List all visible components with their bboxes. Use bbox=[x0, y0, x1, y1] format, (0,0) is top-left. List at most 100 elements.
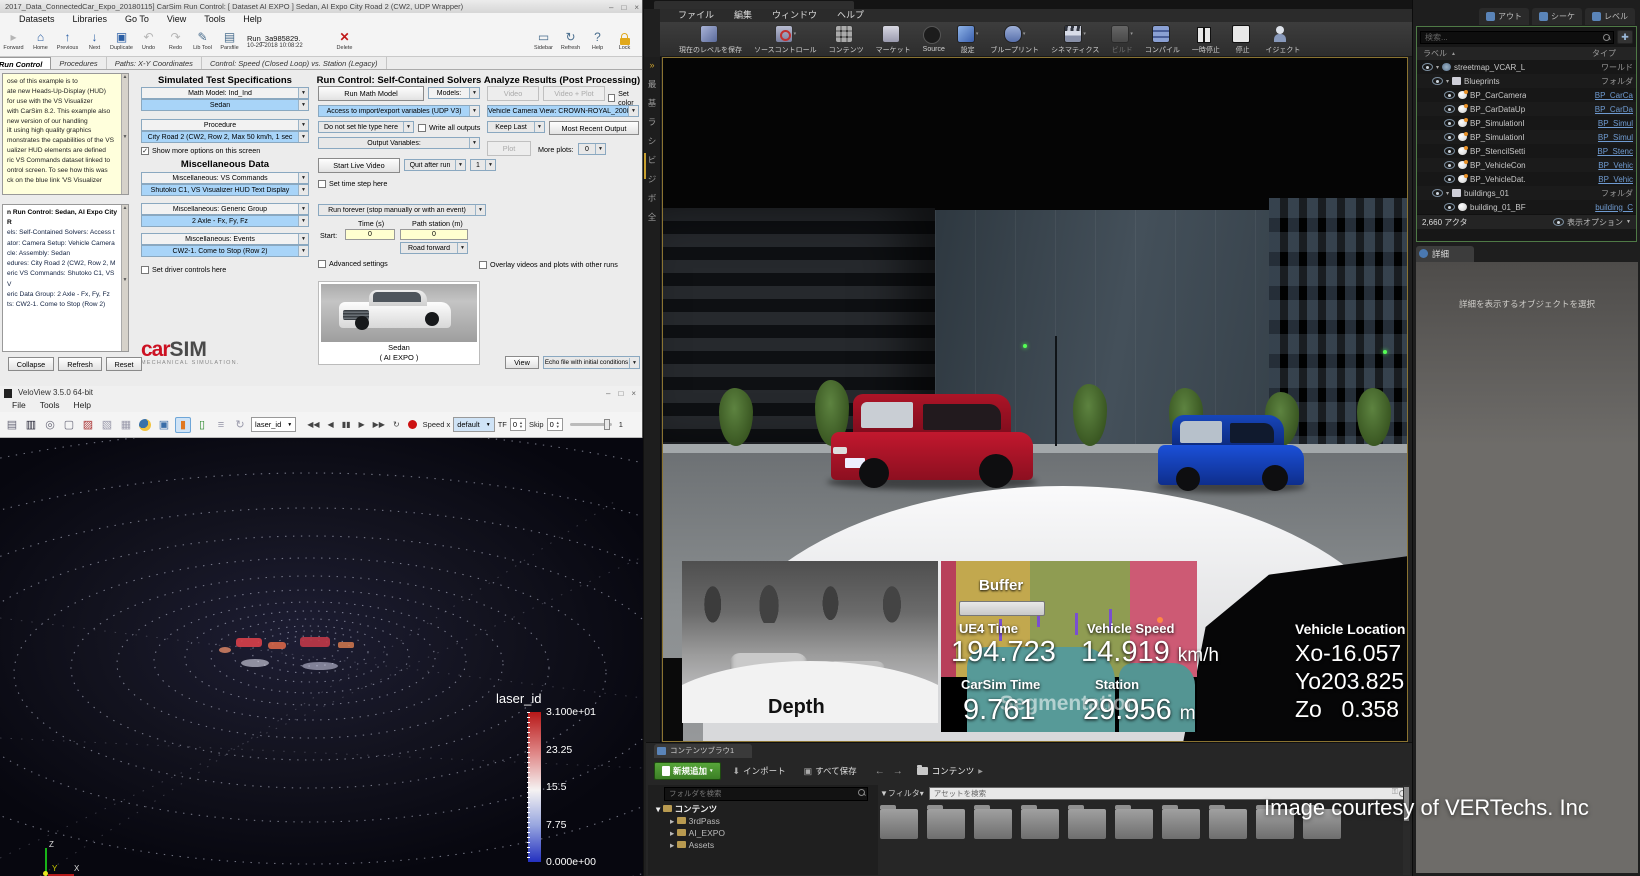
plot-button[interactable]: Plot bbox=[487, 141, 531, 156]
toolbar-button[interactable]: ▸ Forward bbox=[0, 31, 27, 52]
actor-type-link[interactable]: BP_CarCa bbox=[1595, 91, 1633, 100]
eye-icon[interactable] bbox=[1444, 203, 1455, 211]
close-icon[interactable]: × bbox=[631, 387, 636, 401]
expand-caret-icon[interactable]: ▾ bbox=[1446, 190, 1449, 197]
procedure-value-dropdown[interactable]: City Road 2 (CW2, Row 2, Max 50 km/h, 1 … bbox=[141, 131, 309, 143]
checkbox-unchecked[interactable] bbox=[479, 260, 487, 269]
tab-paths[interactable]: Paths: X-Y Coordinates bbox=[107, 57, 202, 69]
chevron-down-icon[interactable]: ▼ bbox=[534, 122, 544, 132]
checkbox-checked[interactable]: ✓ bbox=[141, 146, 149, 155]
actor-type-link[interactable]: BP_CarDa bbox=[1595, 105, 1633, 114]
udp-access-dropdown[interactable]: Access to import/export variables (UDP V… bbox=[318, 105, 480, 117]
asset-folder-icon[interactable] bbox=[880, 805, 918, 839]
reset-camera-icon[interactable]: ↻ bbox=[232, 417, 248, 433]
frame-slider[interactable] bbox=[569, 419, 612, 430]
chevron-down-icon[interactable]: ▼ bbox=[629, 357, 639, 368]
math-model-dropdown[interactable]: Math Model: Ind_Ind ▼ bbox=[141, 87, 309, 99]
tree-item[interactable]: ▸ AI_EXPO bbox=[656, 827, 878, 839]
toolbar-button[interactable]: Lock bbox=[611, 32, 638, 52]
road-forward-dropdown[interactable]: Road forward ▼ bbox=[400, 242, 468, 254]
toolbar-button[interactable]: ✎ Lib Tool bbox=[189, 31, 216, 52]
maximize-icon[interactable]: □ bbox=[618, 387, 623, 401]
overview-box[interactable]: n Run Control: Sedan, AI Expo City R els… bbox=[2, 204, 129, 352]
camera-view-dropdown[interactable]: Vehicle Camera View: CROWN-ROYAL_2008 ▼ bbox=[487, 105, 639, 117]
select-frame-icon[interactable]: ▧ bbox=[99, 417, 115, 433]
error-console-icon[interactable]: ▣ bbox=[156, 417, 172, 433]
scrollbar[interactable]: ▲ ▼ bbox=[121, 205, 128, 351]
mode-tab[interactable]: シ bbox=[644, 135, 660, 147]
mode-tab[interactable]: 基 bbox=[644, 97, 660, 109]
ue4-toolbar-button[interactable]: ▾ 停止 bbox=[1227, 24, 1259, 55]
asset-folder-icon[interactable] bbox=[927, 805, 965, 839]
toolbar-button[interactable]: ⌂ Home bbox=[27, 31, 54, 52]
most-recent-output-button[interactable]: Most Recent Output bbox=[549, 121, 639, 135]
write-all-checkbox[interactable]: Write all outputs bbox=[418, 123, 480, 132]
add-new-button[interactable]: 新規追加 ▾ bbox=[654, 762, 721, 780]
math-model-value-dropdown[interactable]: Sedan ▼ bbox=[141, 99, 309, 111]
toolbar-button[interactable]: ↻ Refresh bbox=[557, 31, 584, 52]
ue4-window-tab[interactable] bbox=[654, 1, 854, 9]
playback-button[interactable]: ◀ bbox=[326, 420, 336, 429]
tree-item[interactable]: ▸ Assets bbox=[656, 839, 878, 851]
eye-icon[interactable] bbox=[1422, 63, 1433, 71]
actor-type-link[interactable]: BP_Stenc bbox=[1597, 147, 1633, 156]
toolbar-button[interactable]: ▭ Sidebar bbox=[530, 31, 557, 52]
keep-last-dropdown[interactable]: Keep Last ▼ bbox=[487, 121, 545, 133]
outliner-row[interactable]: ▾ building_01_BF building_C bbox=[1417, 200, 1636, 214]
chevron-down-icon[interactable]: ▼ bbox=[298, 120, 308, 130]
quit-after-run-dropdown[interactable]: Quit after run ▼ bbox=[404, 159, 466, 171]
advanced-settings-checkbox[interactable]: Advanced settings bbox=[318, 259, 388, 268]
type-column-header[interactable]: タイプ bbox=[1592, 48, 1616, 59]
toolbar-button[interactable]: ▣ Duplicate bbox=[108, 31, 135, 52]
menu-item[interactable]: ファイル bbox=[670, 9, 722, 22]
crop-tool-icon[interactable]: ▢ bbox=[61, 417, 77, 433]
tab-procedures[interactable]: Procedures bbox=[51, 57, 107, 69]
run-count-dropdown[interactable]: 1 ▼ bbox=[470, 159, 496, 171]
outliner-row[interactable]: ▾ BP_VehicleDat. BP_Vehic bbox=[1417, 172, 1636, 186]
label-column-header[interactable]: ラベル bbox=[1423, 48, 1447, 59]
asset-folder-icon[interactable] bbox=[1115, 805, 1153, 839]
chevron-down-icon[interactable]: ▼ bbox=[475, 205, 485, 215]
menu-item[interactable]: Go To bbox=[118, 13, 156, 26]
misc-generic-group-value[interactable]: 2 Axle - Fx, Fy, Fz ▼ bbox=[141, 215, 309, 227]
misc-generic-group-dropdown[interactable]: Miscellaneous: Generic Group ▼ bbox=[141, 203, 309, 215]
toolbar-button[interactable]: ↶ Undo bbox=[135, 31, 162, 52]
expand-caret-icon[interactable]: ▾ bbox=[1436, 64, 1439, 71]
actor-type-link[interactable]: BP_Simul bbox=[1598, 119, 1633, 128]
ue4-toolbar-button[interactable]: ▾ コンテンツ bbox=[824, 24, 869, 55]
driver-controls-checkbox[interactable]: Set driver controls here bbox=[141, 265, 226, 274]
ue4-toolbar-button[interactable]: ▾ 現在のレベルを保存 bbox=[674, 24, 747, 55]
outliner-row[interactable]: ▾ BP_SimulationI BP_Simul bbox=[1417, 116, 1636, 130]
actor-type-link[interactable]: BP_Vehic bbox=[1598, 161, 1633, 170]
eye-icon[interactable] bbox=[1444, 133, 1455, 141]
save-data-icon[interactable]: ▥ bbox=[23, 417, 39, 433]
chevron-down-icon[interactable]: ▼ bbox=[298, 100, 308, 110]
eye-icon[interactable] bbox=[1444, 105, 1455, 113]
content-browser-tab[interactable]: コンテンツブラウ1 bbox=[654, 744, 752, 758]
toolbar-button[interactable]: ▤ Parsfile bbox=[216, 31, 243, 52]
asset-folder-icon[interactable] bbox=[974, 805, 1012, 839]
misc-events-value[interactable]: CW2-1. Come to Stop (Row 2) ▼ bbox=[141, 245, 309, 257]
eye-icon[interactable] bbox=[1444, 119, 1455, 127]
start-station-field[interactable]: 0 bbox=[400, 229, 468, 240]
tf-spinner[interactable]: 0 ▲ ▼ bbox=[509, 418, 526, 431]
open-sensor-stream-icon[interactable]: ▤ bbox=[4, 417, 20, 433]
menu-item[interactable]: ヘルプ bbox=[829, 9, 872, 22]
ue4-toolbar-button[interactable]: ▾ ブループリント bbox=[985, 24, 1044, 55]
forward-icon[interactable]: → bbox=[893, 766, 903, 777]
view-options-button[interactable]: 表示オプション ▼ bbox=[1553, 217, 1631, 228]
toolbar-button[interactable]: ↑ Previous bbox=[54, 31, 81, 52]
chevron-down-icon[interactable]: ▼ bbox=[298, 234, 308, 244]
python-console-icon[interactable] bbox=[139, 418, 151, 431]
chevron-down-icon[interactable]: ▼ bbox=[469, 138, 479, 148]
ue4-toolbar-button[interactable]: ▾ シネマティクス bbox=[1046, 24, 1104, 55]
asset-folder-icon[interactable] bbox=[1021, 805, 1059, 839]
chevron-down-icon[interactable]: ▼ bbox=[403, 122, 413, 132]
run-forever-dropdown[interactable]: Run forever (stop manually or with an ev… bbox=[318, 204, 486, 216]
ue4-viewport[interactable]: Depth Buffer Segmentation UE4 Time 194.7… bbox=[662, 57, 1408, 742]
start-live-video-button[interactable]: Start Live Video bbox=[318, 158, 400, 173]
menu-item[interactable]: ウィンドウ bbox=[764, 9, 825, 22]
collapse-button[interactable]: Collapse bbox=[8, 357, 54, 371]
menu-item[interactable]: View bbox=[160, 13, 193, 26]
outliner-row[interactable]: ▾ Blueprints フォルダ bbox=[1417, 74, 1636, 88]
